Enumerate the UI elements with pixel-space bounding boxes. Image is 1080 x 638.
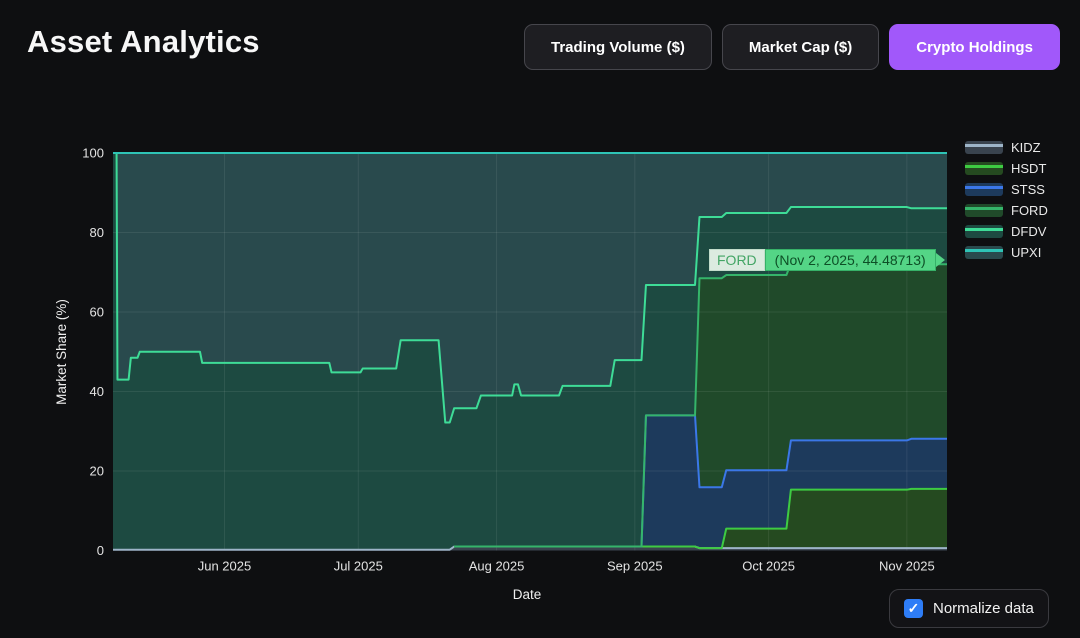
- normalize-data-control[interactable]: ✓ Normalize data: [889, 589, 1049, 628]
- xtick-Nov-2025: Nov 2025: [879, 559, 935, 574]
- ytick-20: 20: [90, 464, 104, 479]
- legend-label-UPXI: UPXI: [1011, 245, 1042, 260]
- legend-label-KIDZ: KIDZ: [1011, 140, 1041, 155]
- legend-label-HSDT: HSDT: [1011, 161, 1047, 176]
- legend-item-FORD[interactable]: FORD: [965, 203, 1048, 218]
- ytick-60: 60: [90, 305, 104, 320]
- normalize-label: Normalize data: [933, 600, 1034, 617]
- ytick-40: 40: [90, 384, 104, 399]
- xtick-Oct-2025: Oct 2025: [742, 559, 795, 574]
- xtick-Sep-2025: Sep 2025: [607, 559, 663, 574]
- xtick-Jul-2025: Jul 2025: [334, 559, 383, 574]
- legend-item-STSS[interactable]: STSS: [965, 182, 1048, 197]
- legend-swatch-KIDZ: [965, 141, 1003, 154]
- legend-label-STSS: STSS: [1011, 182, 1045, 197]
- y-axis-title: Market Share (%): [54, 299, 69, 405]
- hover-tooltip: FORD (Nov 2, 2025, 44.48713): [709, 249, 945, 271]
- ytick-100: 100: [82, 146, 104, 161]
- ytick-0: 0: [97, 543, 104, 558]
- legend-swatch-UPXI: [965, 246, 1003, 259]
- asset-analytics-page: Asset Analytics Trading Volume ($) Marke…: [0, 0, 1080, 638]
- legend-item-HSDT[interactable]: HSDT: [965, 161, 1048, 176]
- legend-item-DFDV[interactable]: DFDV: [965, 224, 1048, 239]
- chart-legend: KIDZ HSDT STSS FORD DFDV UPXI: [965, 140, 1048, 266]
- legend-label-DFDV: DFDV: [1011, 224, 1047, 239]
- legend-swatch-HSDT: [965, 162, 1003, 175]
- tooltip-series-label: FORD: [709, 249, 765, 271]
- xtick-Jun-2025: Jun 2025: [198, 559, 252, 574]
- legend-label-FORD: FORD: [1011, 203, 1048, 218]
- legend-item-UPXI[interactable]: UPXI: [965, 245, 1048, 260]
- xtick-Aug-2025: Aug 2025: [469, 559, 525, 574]
- x-axis-title: Date: [513, 587, 542, 602]
- legend-swatch-DFDV: [965, 225, 1003, 238]
- tooltip-arrow-icon: [935, 253, 945, 267]
- market-share-stacked-area-chart[interactable]: 0 20 40 60 80 100 Jun 2025 Jul 2025 Aug 2025 Sep …: [0, 0, 1080, 638]
- legend-swatch-FORD: [965, 204, 1003, 217]
- ytick-80: 80: [90, 225, 104, 240]
- tooltip-value: (Nov 2, 2025, 44.48713): [764, 249, 936, 271]
- legend-item-KIDZ[interactable]: KIDZ: [965, 140, 1048, 155]
- legend-swatch-STSS: [965, 183, 1003, 196]
- normalize-checkbox[interactable]: ✓: [904, 599, 923, 618]
